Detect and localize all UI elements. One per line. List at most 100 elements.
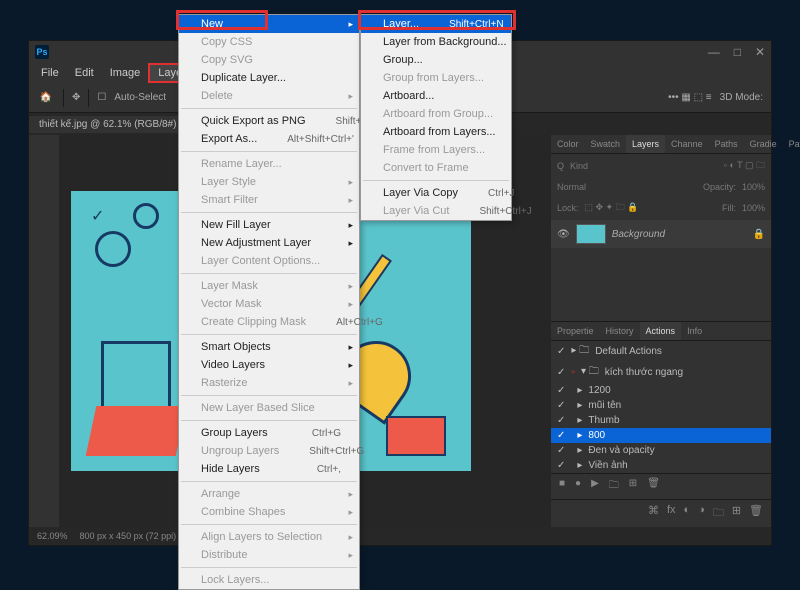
group-icon[interactable]: 🗀 (713, 504, 724, 523)
tab-actions[interactable]: Actions (640, 322, 682, 340)
menu-combine-shapes[interactable]: Combine Shapes▸ (179, 503, 359, 521)
statusbar: 62.09% 800 px x 450 px (72 ppi) ▸ (29, 527, 771, 545)
action-row[interactable]: ✓ ▸Viền ảnh (551, 458, 771, 473)
menu-rasterize[interactable]: Rasterize▸ (179, 374, 359, 392)
menu-smart-filter[interactable]: Smart Filter▸ (179, 191, 359, 209)
menu-new-layer-based-slice[interactable]: New Layer Based Slice (179, 399, 359, 417)
ps-logo-icon: Ps (35, 45, 49, 59)
menu-quick-export[interactable]: Quick Export as PNGShift+Ctrl+' (179, 112, 359, 130)
lock-icon[interactable]: 🔒 (753, 229, 765, 240)
tab-gradients[interactable]: Gradie (744, 135, 783, 153)
menu-export-as[interactable]: Export As...Alt+Shift+Ctrl+' (179, 130, 359, 148)
action-row[interactable]: ✓ ▸800 (551, 428, 771, 443)
menu-group-layers[interactable]: Group LayersCtrl+G (179, 424, 359, 442)
tab-color[interactable]: Color (551, 135, 585, 153)
submenu-layer-from-background[interactable]: Layer from Background... (361, 33, 511, 51)
tab-swatch[interactable]: Swatch (585, 135, 627, 153)
home-icon[interactable]: 🏠 (37, 89, 55, 107)
eye-icon[interactable]: 👁 (557, 229, 570, 240)
window-close-icon[interactable]: ✕ (755, 45, 765, 59)
menu-vector-mask[interactable]: Vector Mask▸ (179, 295, 359, 313)
new-action-icon[interactable]: ⊞ (629, 478, 637, 495)
action-row[interactable]: ✓ ▸mũi tên (551, 398, 771, 413)
menu-image[interactable]: Image (102, 65, 149, 81)
record-icon[interactable]: ● (575, 478, 581, 495)
action-row[interactable]: ✓▸ 🗀Default Actions (551, 341, 771, 362)
menu-duplicate-layer[interactable]: Duplicate Layer... (179, 69, 359, 87)
layers-bottom-toolbar: ⌘ fx ◐ ◑ 🗀 ⊞ 🗑 (551, 499, 771, 527)
menu-video-layers[interactable]: Video Layers▸ (179, 356, 359, 374)
mask-icon[interactable]: ◐ (684, 504, 691, 523)
tab-paths[interactable]: Paths (709, 135, 744, 153)
right-panels: Color Swatch Layers Channe Paths Gradie … (551, 135, 771, 527)
layer-name[interactable]: Background (612, 229, 665, 240)
action-row[interactable]: ✓ ▸1200 (551, 383, 771, 398)
submenu-convert-to-frame[interactable]: Convert to Frame (361, 159, 511, 177)
menu-edit[interactable]: Edit (67, 65, 102, 81)
menu-new-fill-layer[interactable]: New Fill Layer▸ (179, 216, 359, 234)
tab-layers[interactable]: Layers (626, 135, 665, 153)
options-right: ••• ▦ ⬚ ≡ (668, 92, 712, 103)
layer-thumbnail (576, 224, 606, 244)
blend-mode[interactable]: Normal (557, 182, 586, 192)
submenu-group[interactable]: Group... (361, 51, 511, 69)
menu-arrange[interactable]: Arrange▸ (179, 485, 359, 503)
action-row[interactable]: ✓ ▸Đen và opacity (551, 443, 771, 458)
trash-icon[interactable]: 🗑 (647, 478, 660, 495)
menu-ungroup-layers[interactable]: Ungroup LayersShift+Ctrl+G (179, 442, 359, 460)
menu-layer-mask[interactable]: Layer Mask▸ (179, 277, 359, 295)
menu-delete[interactable]: Delete▸ (179, 87, 359, 105)
menu-copy-svg[interactable]: Copy SVG (179, 51, 359, 69)
tab-properties[interactable]: Propertie (551, 322, 600, 340)
delete-icon[interactable]: 🗑 (749, 504, 763, 523)
link-icon[interactable]: ⌘ (648, 504, 659, 523)
menu-copy-css[interactable]: Copy CSS (179, 33, 359, 51)
move-tool-icon[interactable]: ✥ (72, 92, 80, 103)
submenu-frame-from-layers[interactable]: Frame from Layers... (361, 141, 511, 159)
menu-align-selection[interactable]: Align Layers to Selection▸ (179, 528, 359, 546)
menu-layer-style[interactable]: Layer Style▸ (179, 173, 359, 191)
doc-dimensions: 800 px x 450 px (72 ppi) (80, 531, 177, 541)
menu-new-adjustment-layer[interactable]: New Adjustment Layer▸ (179, 234, 359, 252)
stop-icon[interactable]: ■ (559, 478, 565, 495)
menu-clipping-mask[interactable]: Create Clipping MaskAlt+Ctrl+G (179, 313, 359, 331)
play-icon[interactable]: ▶ (591, 478, 599, 495)
zoom-level[interactable]: 62.09% (37, 531, 68, 541)
submenu-artboard[interactable]: Artboard... (361, 87, 511, 105)
new-layer-icon[interactable]: ⊞ (732, 504, 741, 523)
menu-distribute[interactable]: Distribute▸ (179, 546, 359, 564)
submenu-layer[interactable]: Layer...Shift+Ctrl+N (361, 15, 511, 33)
toolbox[interactable] (29, 135, 59, 527)
menu-hide-layers[interactable]: Hide LayersCtrl+, (179, 460, 359, 478)
menu-file[interactable]: File (33, 65, 67, 81)
chevron-right-icon: ▸ (348, 19, 353, 30)
submenu-artboard-from-layers[interactable]: Artboard from Layers... (361, 123, 511, 141)
layers-panel-tabs: Color Swatch Layers Channe Paths Gradie … (551, 135, 771, 154)
document-tab[interactable]: thiết kế.jpg @ 62.1% (RGB/8#) × (29, 116, 196, 133)
tab-channels[interactable]: Channe (665, 135, 709, 153)
layer-row-background[interactable]: 👁 Background 🔒 (551, 220, 771, 248)
submenu-group-from-layers[interactable]: Group from Layers... (361, 69, 511, 87)
tab-patterns[interactable]: Pattern (783, 135, 800, 153)
action-row[interactable]: ✓ ▸Thumb (551, 413, 771, 428)
menu-rename-layer[interactable]: Rename Layer... (179, 155, 359, 173)
auto-select-checkbox[interactable]: Auto-Select (114, 92, 166, 103)
tab-history[interactable]: History (600, 322, 640, 340)
submenu-artboard-from-group[interactable]: Artboard from Group... (361, 105, 511, 123)
menu-layer-content-options[interactable]: Layer Content Options... (179, 252, 359, 270)
tab-info[interactable]: Info (681, 322, 708, 340)
adjustment-icon[interactable]: ◑ (698, 504, 705, 523)
window-min-icon[interactable]: — (708, 45, 720, 59)
action-row[interactable]: ✓▫▾ 🗀kích thước ngang (551, 362, 771, 383)
submenu-layer-via-cut[interactable]: Layer Via CutShift+Ctrl+J (361, 202, 511, 220)
actions-controls: ■ ● ▶ 🗀 ⊞ 🗑 (551, 473, 771, 499)
menu-lock-layers[interactable]: Lock Layers... (179, 571, 359, 589)
menu-new[interactable]: New▸ (179, 15, 359, 33)
fill-value[interactable]: 100% (742, 203, 765, 213)
window-max-icon[interactable]: □ (734, 45, 741, 59)
opacity-value[interactable]: 100% (742, 182, 765, 192)
fx-icon[interactable]: fx (667, 504, 676, 523)
menu-smart-objects[interactable]: Smart Objects▸ (179, 338, 359, 356)
submenu-layer-via-copy[interactable]: Layer Via CopyCtrl+J (361, 184, 511, 202)
new-folder-icon[interactable]: 🗀 (609, 478, 619, 495)
